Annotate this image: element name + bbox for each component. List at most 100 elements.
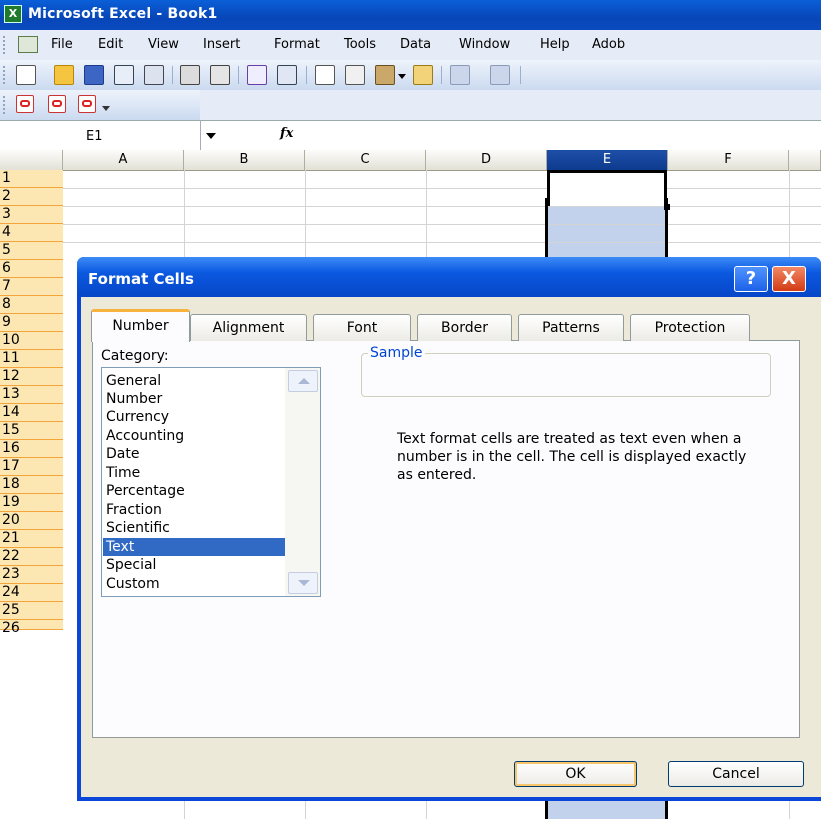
menu-adobe[interactable]: Adob — [592, 37, 625, 52]
tab-patterns[interactable]: Patterns — [518, 314, 624, 341]
row-header[interactable]: 25 — [0, 602, 63, 620]
category-date[interactable]: Date — [106, 445, 139, 463]
select-all-corner[interactable] — [0, 150, 63, 170]
category-currency[interactable]: Currency — [106, 408, 169, 426]
cancel-button[interactable]: Cancel — [668, 761, 804, 787]
row-header[interactable]: 15 — [0, 422, 63, 440]
row-header[interactable]: 11 — [0, 350, 63, 368]
row-header[interactable]: 20 — [0, 512, 63, 530]
email-icon[interactable] — [144, 65, 164, 85]
workbook-icon[interactable] — [18, 36, 38, 53]
toolbar-options-icon[interactable] — [102, 106, 110, 111]
tab-font[interactable]: Font — [313, 314, 411, 341]
column-header-f[interactable]: F — [668, 150, 789, 170]
menu-grip[interactable] — [3, 36, 8, 54]
cut-icon[interactable] — [315, 65, 335, 85]
category-scrollbar[interactable] — [285, 368, 320, 596]
new-icon[interactable] — [16, 65, 36, 85]
save-icon[interactable] — [84, 65, 104, 85]
close-button[interactable]: X — [772, 266, 806, 292]
fill-handle[interactable] — [664, 204, 670, 210]
menu-file[interactable]: File — [51, 37, 73, 52]
row-header[interactable]: 23 — [0, 566, 63, 584]
excel-icon[interactable]: X — [4, 5, 22, 23]
column-header-b[interactable]: B — [184, 150, 305, 170]
paste-dropdown-icon[interactable] — [398, 74, 406, 79]
row-header[interactable]: 18 — [0, 476, 63, 494]
category-scientific[interactable]: Scientific — [106, 519, 170, 537]
tab-alignment[interactable]: Alignment — [190, 314, 307, 341]
row-header[interactable]: 13 — [0, 386, 63, 404]
active-cell-e1[interactable] — [547, 170, 667, 206]
row-header[interactable]: 7 — [0, 278, 63, 296]
menu-format[interactable]: Format — [274, 37, 320, 52]
tab-number[interactable]: Number — [91, 309, 190, 342]
row-header[interactable]: 17 — [0, 458, 63, 476]
menu-window[interactable]: Window — [459, 37, 510, 52]
toolbar-grip[interactable] — [3, 66, 8, 84]
row-header[interactable]: 1 — [0, 170, 63, 188]
row-header[interactable]: 9 — [0, 314, 63, 332]
column-header-g[interactable] — [789, 150, 821, 170]
menu-tools[interactable]: Tools — [344, 37, 376, 52]
category-accounting[interactable]: Accounting — [106, 427, 184, 445]
row-header[interactable]: 24 — [0, 584, 63, 602]
menu-help[interactable]: Help — [540, 37, 570, 52]
column-header-c[interactable]: C — [305, 150, 426, 170]
column-header-d[interactable]: D — [426, 150, 547, 170]
help-button[interactable]: ? — [734, 266, 768, 292]
open-icon[interactable] — [54, 65, 74, 85]
pdf-review-icon[interactable] — [78, 95, 96, 113]
category-general[interactable]: General — [106, 372, 161, 390]
row-header[interactable]: 26 — [0, 620, 63, 636]
column-header-e[interactable]: E — [547, 150, 668, 170]
research-icon[interactable] — [277, 65, 297, 85]
toolbar-grip[interactable] — [3, 96, 8, 114]
menu-view[interactable]: View — [148, 37, 179, 52]
row-header[interactable]: 8 — [0, 296, 63, 314]
row-header[interactable]: 21 — [0, 530, 63, 548]
undo-icon[interactable] — [450, 65, 470, 85]
row-header[interactable]: 14 — [0, 404, 63, 422]
print-icon[interactable] — [180, 65, 200, 85]
redo-icon[interactable] — [490, 65, 510, 85]
row-header[interactable]: 12 — [0, 368, 63, 386]
ok-button[interactable]: OK — [514, 761, 637, 787]
row-header[interactable]: 10 — [0, 332, 63, 350]
row-header[interactable]: 3 — [0, 206, 63, 224]
menu-edit[interactable]: Edit — [98, 37, 123, 52]
category-percentage[interactable]: Percentage — [106, 482, 185, 500]
grid-line — [63, 242, 821, 243]
tab-border[interactable]: Border — [417, 314, 512, 341]
row-header[interactable]: 2 — [0, 188, 63, 206]
scroll-down-icon[interactable] — [288, 572, 318, 594]
category-fraction[interactable]: Fraction — [106, 501, 162, 519]
print-preview-icon[interactable] — [210, 65, 230, 85]
row-header[interactable]: 6 — [0, 260, 63, 278]
row-header[interactable]: 19 — [0, 494, 63, 512]
category-number[interactable]: Number — [106, 390, 162, 408]
row-header[interactable]: 16 — [0, 440, 63, 458]
menu-data[interactable]: Data — [400, 37, 431, 52]
permission-icon[interactable] — [114, 65, 134, 85]
menu-insert[interactable]: Insert — [203, 37, 240, 52]
name-box-dropdown-icon[interactable] — [206, 133, 216, 139]
pdf-create-icon[interactable] — [16, 95, 34, 113]
copy-icon[interactable] — [345, 65, 365, 85]
formula-input[interactable] — [305, 121, 821, 149]
category-special[interactable]: Special — [106, 556, 156, 574]
paste-icon[interactable] — [375, 65, 395, 85]
format-painter-icon[interactable] — [413, 65, 433, 85]
spelling-icon[interactable] — [247, 65, 267, 85]
row-header[interactable]: 4 — [0, 224, 63, 242]
pdf-email-icon[interactable] — [48, 95, 66, 113]
category-text[interactable]: Text — [103, 538, 288, 556]
tab-protection[interactable]: Protection — [630, 314, 750, 341]
category-time[interactable]: Time — [106, 464, 140, 482]
scroll-up-icon[interactable] — [288, 370, 318, 392]
row-header[interactable]: 5 — [0, 242, 63, 260]
row-header[interactable]: 22 — [0, 548, 63, 566]
column-header-a[interactable]: A — [63, 150, 184, 170]
category-custom[interactable]: Custom — [106, 575, 160, 593]
insert-function-icon[interactable]: fx — [280, 126, 293, 141]
